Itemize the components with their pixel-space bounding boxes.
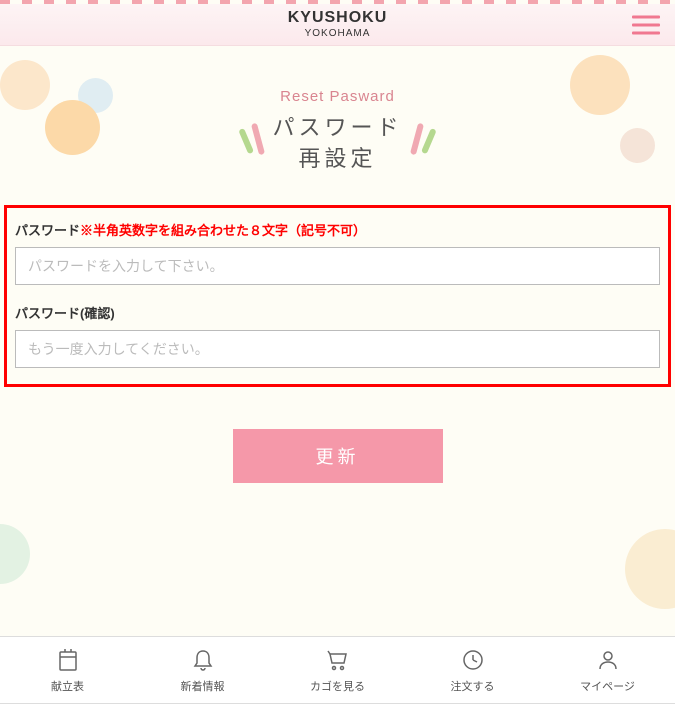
password-input[interactable] bbox=[15, 247, 660, 285]
nav-item-news[interactable]: 新着情報 bbox=[135, 637, 270, 703]
page-title-section: Reset Pasward パスワード 再設定 bbox=[0, 46, 675, 175]
password-confirm-label: パスワード(確認) bbox=[15, 303, 660, 322]
logo-sub-text: YOKOHAMA bbox=[288, 28, 388, 39]
nav-label: カゴを見る bbox=[310, 678, 365, 694]
nav-item-order[interactable]: 注文する bbox=[405, 637, 540, 703]
decorative-circle bbox=[0, 524, 30, 584]
hamburger-menu-button[interactable] bbox=[632, 10, 660, 39]
nav-label: 注文する bbox=[451, 678, 495, 694]
password-field-group: パスワード※半角英数字を組み合わせた８文字（記号不可） bbox=[15, 220, 660, 285]
password-hint: ※半角英数字を組み合わせた８文字（記号不可） bbox=[80, 223, 366, 238]
header: KYUSHOKU YOKOHAMA bbox=[0, 4, 675, 46]
password-label: パスワード bbox=[15, 223, 80, 238]
nav-item-mypage[interactable]: マイページ bbox=[540, 637, 675, 703]
password-label-row: パスワード※半角英数字を組み合わせた８文字（記号不可） bbox=[15, 220, 660, 239]
nav-label: マイページ bbox=[580, 678, 635, 694]
title-decoration-left bbox=[251, 123, 265, 155]
user-icon bbox=[595, 647, 621, 673]
bell-icon bbox=[190, 647, 216, 673]
password-form-highlighted: パスワード※半角英数字を組み合わせた８文字（記号不可） パスワード(確認) bbox=[4, 205, 671, 387]
password-confirm-input[interactable] bbox=[15, 330, 660, 368]
logo-main-text: KYUSHOKU bbox=[288, 10, 388, 26]
calendar-icon bbox=[55, 647, 81, 673]
nav-item-menu[interactable]: 献立表 bbox=[0, 637, 135, 703]
nav-item-cart[interactable]: カゴを見る bbox=[270, 637, 405, 703]
title-decoration-right bbox=[409, 123, 423, 155]
nav-label: 献立表 bbox=[51, 678, 84, 694]
decorative-circle bbox=[625, 529, 675, 609]
logo: KYUSHOKU YOKOHAMA bbox=[288, 10, 388, 39]
clock-icon bbox=[460, 647, 486, 673]
cart-icon bbox=[325, 647, 351, 673]
submit-button[interactable]: 更新 bbox=[233, 429, 443, 483]
page-title-japanese: パスワード 再設定 bbox=[237, 113, 437, 175]
bottom-navigation: 献立表 新着情報 カゴを見る 注文する マイページ bbox=[0, 636, 675, 704]
password-confirm-field-group: パスワード(確認) bbox=[15, 303, 660, 368]
page-title-english: Reset Pasward bbox=[0, 88, 675, 105]
nav-label: 新着情報 bbox=[181, 678, 225, 694]
